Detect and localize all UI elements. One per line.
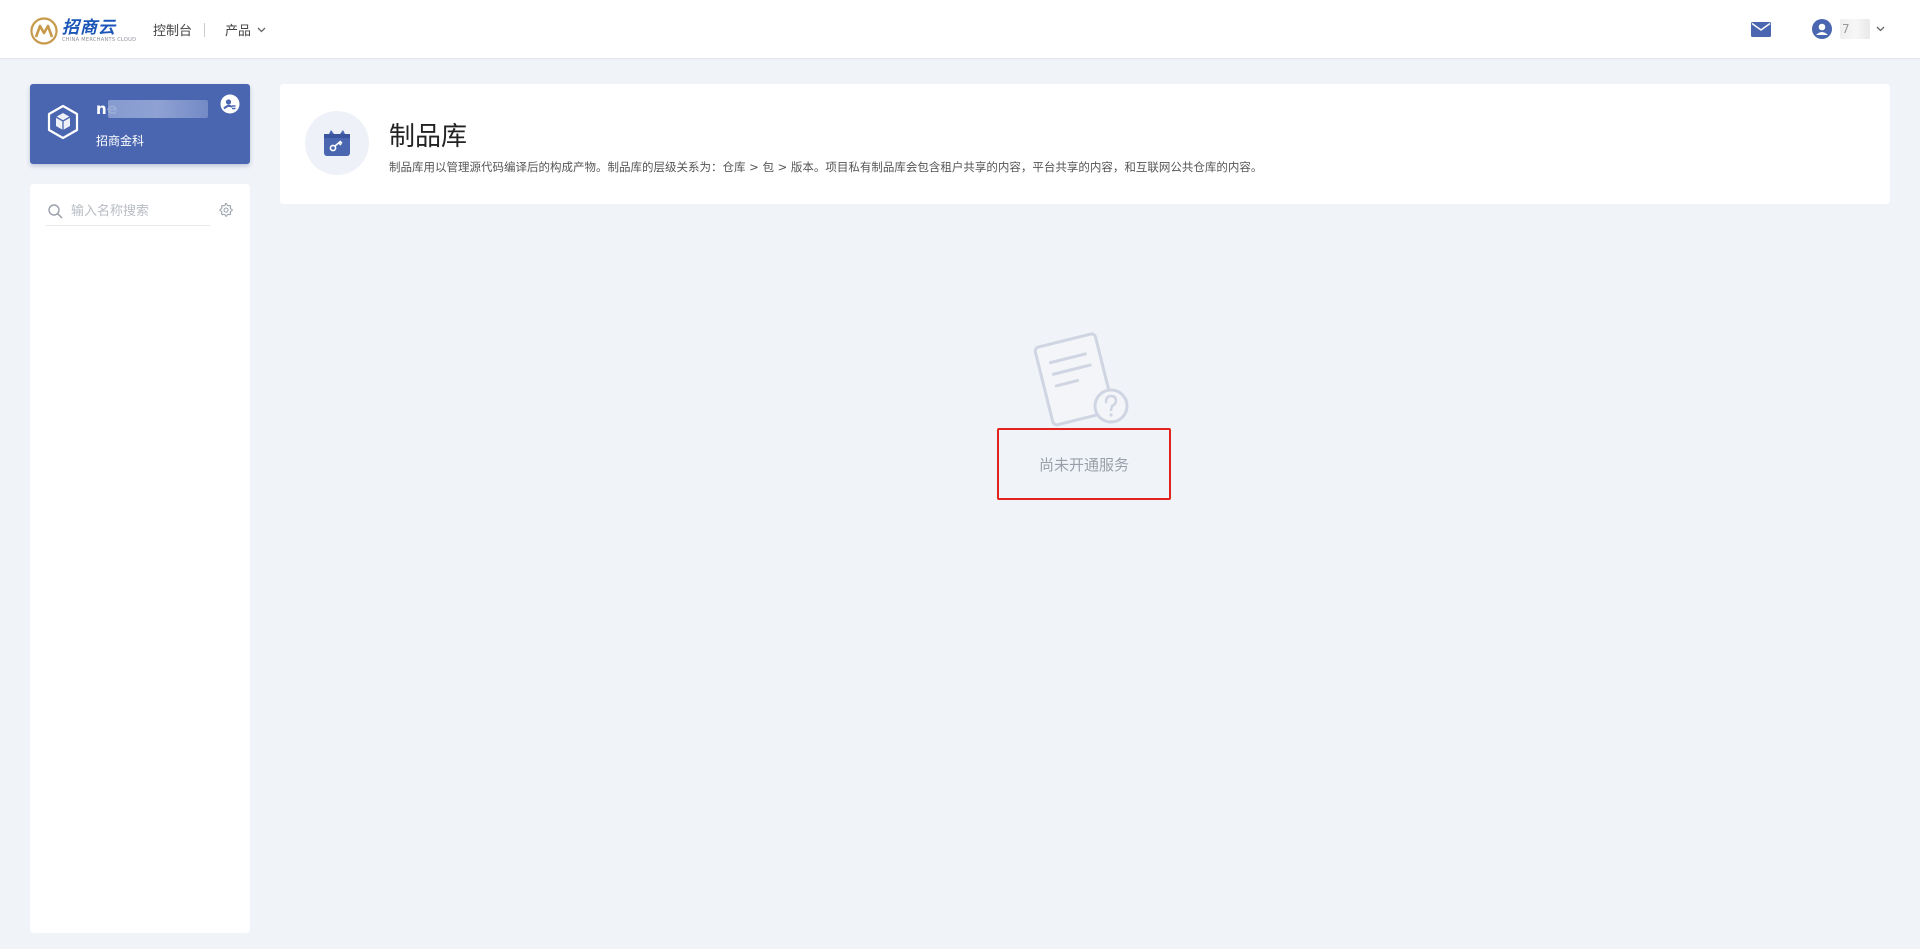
search-icon	[48, 204, 63, 219]
nav-divider	[204, 22, 206, 37]
logo-text: 招商云	[62, 17, 116, 38]
switch-project-icon[interactable]	[220, 94, 240, 114]
logo-icon	[30, 17, 58, 45]
project-tenant: 招商金科	[96, 134, 145, 148]
empty-document-icon	[1033, 332, 1129, 427]
nav-console[interactable]: 控制台	[153, 20, 192, 39]
top-header: 招商云 CHINA MERCHANTS CLOUD 控制台 产品 7	[0, 0, 1920, 59]
logo[interactable]: 招商云 CHINA MERCHANTS CLOUD	[30, 16, 136, 46]
mail-icon[interactable]	[1751, 22, 1771, 41]
user-avatar-icon	[1812, 19, 1832, 39]
empty-state-message: 尚未开通服务	[1038, 455, 1129, 474]
top-nav: 控制台 产品	[153, 20, 266, 39]
page-header-card: 制品库 制品库用以管理源代码编译后的构成产物。制品库的层级关系为：仓库 > 包 …	[280, 84, 1890, 204]
cube-icon	[47, 104, 79, 140]
empty-state-highlight: 尚未开通服务	[997, 428, 1171, 500]
sidebar-panel	[30, 184, 250, 933]
nav-products-dropdown[interactable]: 产品	[225, 20, 266, 39]
redacted-project-name	[108, 100, 208, 118]
chevron-down-icon	[257, 27, 266, 32]
nav-products-label: 产品	[225, 24, 252, 39]
chevron-down-icon	[1876, 26, 1885, 32]
artifact-repo-icon-container	[305, 111, 369, 175]
user-name: 7	[1840, 19, 1870, 39]
project-card[interactable]: ne 招商金科	[30, 84, 250, 164]
page-title: 制品库	[389, 122, 468, 152]
page-description: 制品库用以管理源代码编译后的构成产物。制品库的层级关系为：仓库 > 包 > 版本…	[389, 160, 1263, 174]
search-input[interactable]	[71, 204, 201, 219]
logo-subtext: CHINA MERCHANTS CLOUD	[62, 36, 137, 43]
user-menu[interactable]: 7	[1812, 19, 1885, 39]
search-box	[46, 198, 210, 226]
artifact-box-icon	[324, 130, 350, 156]
gear-icon[interactable]	[218, 202, 233, 217]
